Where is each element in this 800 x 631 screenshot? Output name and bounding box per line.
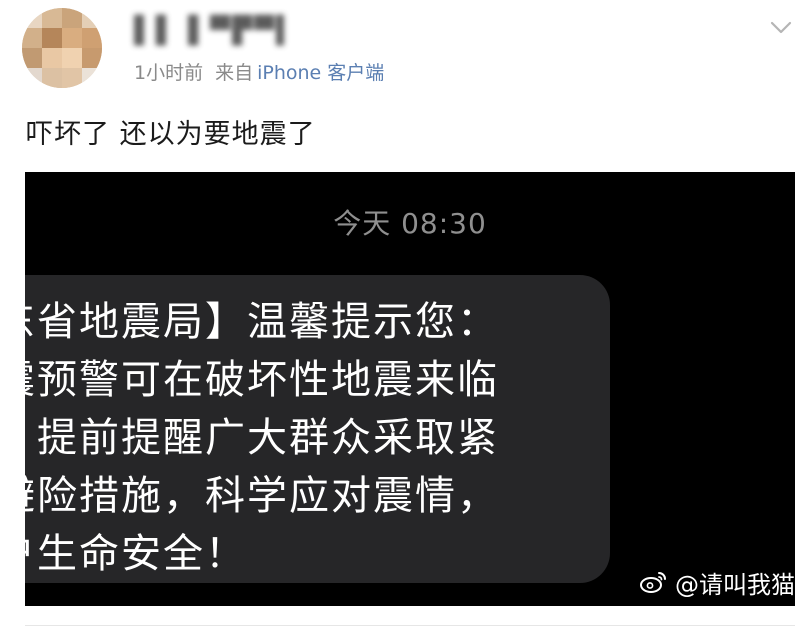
chevron-down-icon[interactable] <box>766 14 796 40</box>
watermark-text: @请叫我猫 <box>675 570 795 599</box>
post-time: 1小时前 <box>134 62 204 84</box>
weibo-post: ▌▌ ▌▀▛▀▙ 1小时前 来自 iPhone 客户端 吓坏了 还以为要地震了 今天… <box>0 0 800 631</box>
attached-image[interactable]: 今天 08:30 东省地震局】温馨提示您： 震预警可在破坏性地震来临 ，提前提醒… <box>25 172 795 606</box>
image-watermark: @请叫我猫 <box>639 566 795 599</box>
post-meta: 1小时前 来自 iPhone 客户端 <box>134 58 384 85</box>
source-client-link[interactable]: iPhone 客户端 <box>257 62 384 84</box>
message-line: 东省地震局】温馨提示您： <box>25 299 499 345</box>
weibo-logo-icon <box>639 569 669 595</box>
message-bubble: 东省地震局】温馨提示您： 震预警可在破坏性地震来临 ，提前提醒广大群众采取紧 避… <box>25 275 610 583</box>
post-text: 吓坏了 还以为要地震了 <box>26 119 316 150</box>
message-line: 震预警可在破坏性地震来临 <box>25 357 499 403</box>
username[interactable]: ▌▌ ▌▀▛▀▙ <box>134 14 284 48</box>
divider <box>25 625 795 626</box>
message-line: 户生命安全！ <box>25 531 247 577</box>
message-line: ，提前提醒广大群众采取紧 <box>25 415 499 461</box>
message-line: 避险措施，科学应对震情， <box>25 473 499 519</box>
sms-timestamp: 今天 08:30 <box>333 207 487 240</box>
avatar[interactable] <box>22 8 102 88</box>
source-prefix: 来自 <box>215 62 254 84</box>
